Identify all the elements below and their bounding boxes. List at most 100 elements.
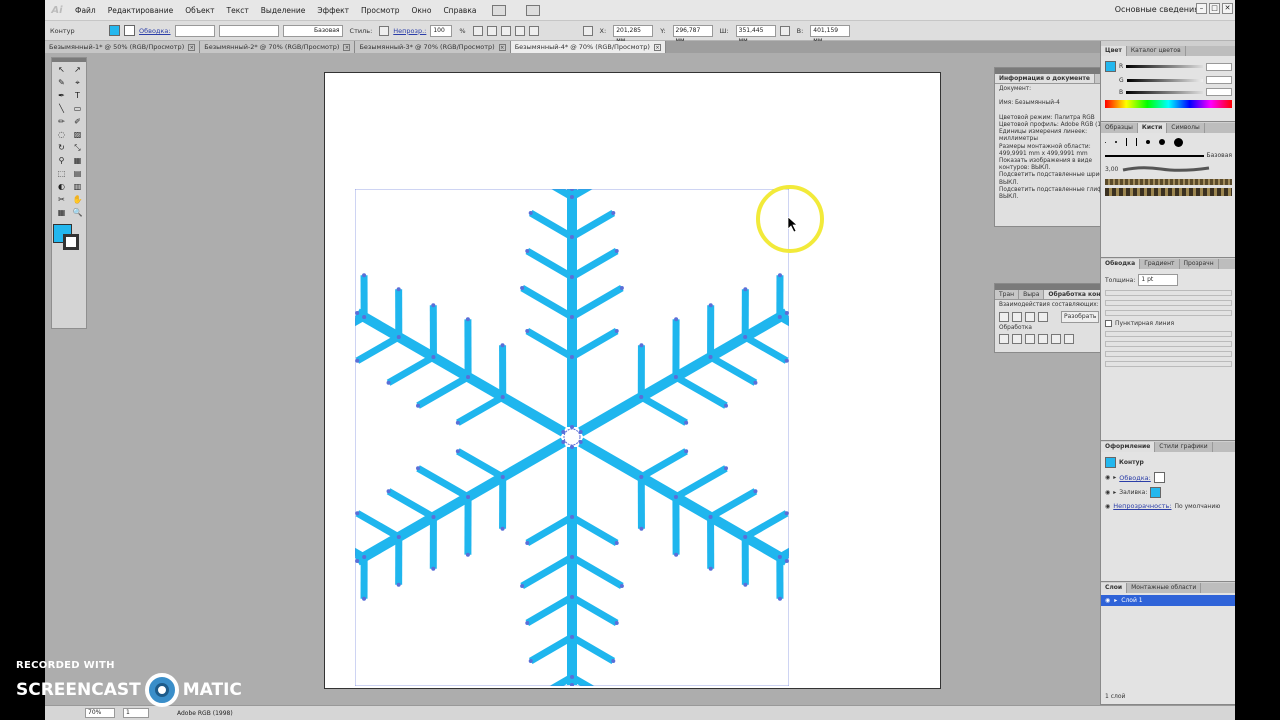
tool-5-icon[interactable]: T bbox=[71, 90, 84, 102]
tool-16-icon[interactable]: ⬚ bbox=[55, 168, 68, 180]
artboard-nav-field[interactable]: 1 bbox=[123, 708, 149, 718]
doc-info-tab[interactable]: Информация о документе bbox=[995, 74, 1095, 83]
bridge-icon[interactable] bbox=[492, 4, 507, 16]
visibility-eye-icon[interactable]: ◉ bbox=[1105, 503, 1110, 510]
menu-edit[interactable]: Редактирование bbox=[102, 6, 179, 15]
brush-stroke-preview[interactable] bbox=[1121, 165, 1211, 173]
brushes-tab[interactable]: Кисти bbox=[1137, 123, 1168, 133]
opacity-link[interactable]: Непрозр.: bbox=[393, 27, 426, 35]
constrain-proportions-icon[interactable] bbox=[779, 25, 790, 36]
transform-icon[interactable] bbox=[514, 25, 525, 36]
opacity-field[interactable]: 100 bbox=[430, 24, 453, 37]
unite-icon[interactable] bbox=[999, 312, 1009, 323]
menu-effect[interactable]: Эффект bbox=[311, 6, 355, 15]
brush-dots-row[interactable] bbox=[1105, 135, 1232, 149]
arrange-documents-icon[interactable] bbox=[526, 4, 541, 16]
y-field[interactable]: 296,787 мм bbox=[672, 24, 713, 44]
appearance-stroke-swatch[interactable] bbox=[1153, 472, 1165, 483]
visibility-eye-icon[interactable]: ◉ bbox=[1105, 597, 1110, 604]
red-slider[interactable] bbox=[1126, 65, 1203, 68]
stroke-weight-dropdown[interactable]: 1 pt bbox=[1138, 274, 1179, 286]
menu-type[interactable]: Текст bbox=[221, 6, 255, 15]
divide-icon[interactable] bbox=[999, 334, 1009, 345]
minimize-button[interactable]: – bbox=[1196, 3, 1207, 14]
doc-tab-1[interactable]: Безымянный-1* @ 50% (RGB/Просмотр) × bbox=[45, 41, 201, 53]
tool-11-icon[interactable]: ▨ bbox=[71, 129, 84, 141]
workspace-switcher[interactable]: Основные сведения bbox=[1115, 5, 1199, 14]
tool-23-icon[interactable]: 🔍 bbox=[71, 207, 84, 219]
tool-21-icon[interactable]: ✋ bbox=[71, 194, 84, 206]
tool-12-icon[interactable]: ↻ bbox=[55, 142, 68, 154]
reference-point-icon[interactable] bbox=[582, 25, 593, 36]
visibility-eye-icon[interactable]: ◉ bbox=[1105, 474, 1110, 481]
tool-3-icon[interactable]: ⌖ bbox=[71, 77, 84, 89]
outline-icon[interactable] bbox=[1051, 334, 1061, 345]
stroke-swatch[interactable] bbox=[124, 25, 135, 36]
layers-tab[interactable]: Слои bbox=[1101, 583, 1128, 593]
tool-17-icon[interactable]: ▤ bbox=[71, 168, 84, 180]
red-value[interactable] bbox=[1206, 62, 1232, 71]
merge-icon[interactable] bbox=[1025, 334, 1035, 345]
doc-tab-3[interactable]: Безымянный-3* @ 70% (RGB/Просмотр) × bbox=[355, 41, 511, 53]
gradient-tab[interactable]: Градиент bbox=[1140, 259, 1180, 269]
recolor-icon[interactable] bbox=[472, 25, 483, 36]
tool-10-icon[interactable]: ◌ bbox=[55, 129, 68, 141]
menu-select[interactable]: Выделение bbox=[255, 6, 312, 15]
swatches-tab[interactable]: Образцы bbox=[1101, 123, 1138, 133]
tool-18-icon[interactable]: ◐ bbox=[55, 181, 68, 193]
zoom-field[interactable]: 70% bbox=[85, 708, 115, 718]
appearance-opacity-link[interactable]: Непрозрачность: bbox=[1113, 502, 1171, 510]
close-button[interactable]: ✕ bbox=[1222, 3, 1233, 14]
isolate-icon[interactable] bbox=[528, 25, 539, 36]
doc-tab-2[interactable]: Безымянный-2* @ 70% (RGB/Просмотр) × bbox=[200, 41, 356, 53]
pattern-brush-preview[interactable] bbox=[1105, 188, 1232, 196]
tool-8-icon[interactable]: ✏ bbox=[55, 116, 68, 128]
tool-22-icon[interactable]: ▦ bbox=[55, 207, 68, 219]
close-tab-icon[interactable]: × bbox=[498, 43, 506, 51]
green-value[interactable] bbox=[1206, 76, 1232, 84]
dashed-line-checkbox[interactable] bbox=[1105, 320, 1112, 327]
x-field[interactable]: 201,285 мм bbox=[613, 24, 654, 44]
maximize-button[interactable]: □ bbox=[1209, 3, 1220, 14]
tool-9-icon[interactable]: ✐ bbox=[71, 116, 84, 128]
doc-tab-4[interactable]: Безымянный-4* @ 70% (RGB/Просмотр) × bbox=[510, 41, 666, 53]
fill-stroke-widget[interactable] bbox=[52, 223, 84, 253]
height-field[interactable]: 401,159 мм bbox=[810, 24, 851, 44]
graphic-styles-tab[interactable]: Стили графики bbox=[1155, 442, 1213, 452]
style-picker-icon[interactable] bbox=[379, 25, 390, 36]
tool-15-icon[interactable]: ▦ bbox=[71, 155, 84, 167]
appearance-fill-swatch[interactable] bbox=[1150, 487, 1162, 498]
document-setup-icon[interactable] bbox=[486, 25, 497, 36]
align-tab[interactable]: Выра bbox=[1019, 290, 1045, 299]
layer-row-1[interactable]: ◉ ▸ Слой 1 bbox=[1101, 595, 1235, 606]
menu-file[interactable]: Файл bbox=[69, 6, 102, 15]
stroke-tab[interactable]: Обводка bbox=[1101, 259, 1141, 269]
color-tab[interactable]: Цвет bbox=[1101, 46, 1127, 56]
canvas-area[interactable]: Информация о документе Документ: Имя: Бе… bbox=[90, 53, 1128, 705]
tool-0-icon[interactable]: ↖ bbox=[55, 64, 68, 76]
symbols-tab[interactable]: Символы bbox=[1167, 123, 1205, 133]
tool-1-icon[interactable]: ↗ bbox=[71, 64, 84, 76]
crop-icon[interactable] bbox=[1038, 334, 1048, 345]
green-slider[interactable] bbox=[1126, 78, 1203, 82]
width-field[interactable]: 351,445 мм bbox=[735, 24, 776, 44]
stroke-weight-field[interactable] bbox=[174, 24, 215, 37]
appearance-tab[interactable]: Оформление bbox=[1101, 442, 1156, 452]
tool-7-icon[interactable]: ▭ bbox=[71, 103, 84, 115]
snowflake-artwork[interactable] bbox=[355, 189, 789, 686]
tool-4-icon[interactable]: ✒ bbox=[55, 90, 68, 102]
exclude-icon[interactable] bbox=[1038, 312, 1048, 323]
menu-view[interactable]: Просмотр bbox=[355, 6, 406, 15]
tool-2-icon[interactable]: ✎ bbox=[55, 77, 68, 89]
stroke-color-swatch[interactable] bbox=[63, 234, 79, 250]
close-tab-icon[interactable]: × bbox=[653, 43, 661, 51]
color-profile-status[interactable]: Adobe RGB (1998) bbox=[177, 710, 233, 717]
tool-13-icon[interactable]: ⤡ bbox=[71, 142, 84, 154]
minus-front-icon[interactable] bbox=[1012, 312, 1022, 323]
visibility-eye-icon[interactable]: ◉ bbox=[1105, 489, 1110, 496]
fill-swatch[interactable] bbox=[109, 25, 120, 36]
stroke-link[interactable]: Обводка: bbox=[139, 27, 171, 35]
blue-value[interactable] bbox=[1206, 88, 1232, 96]
blue-slider[interactable] bbox=[1126, 90, 1203, 94]
close-tab-icon[interactable]: × bbox=[343, 43, 351, 51]
